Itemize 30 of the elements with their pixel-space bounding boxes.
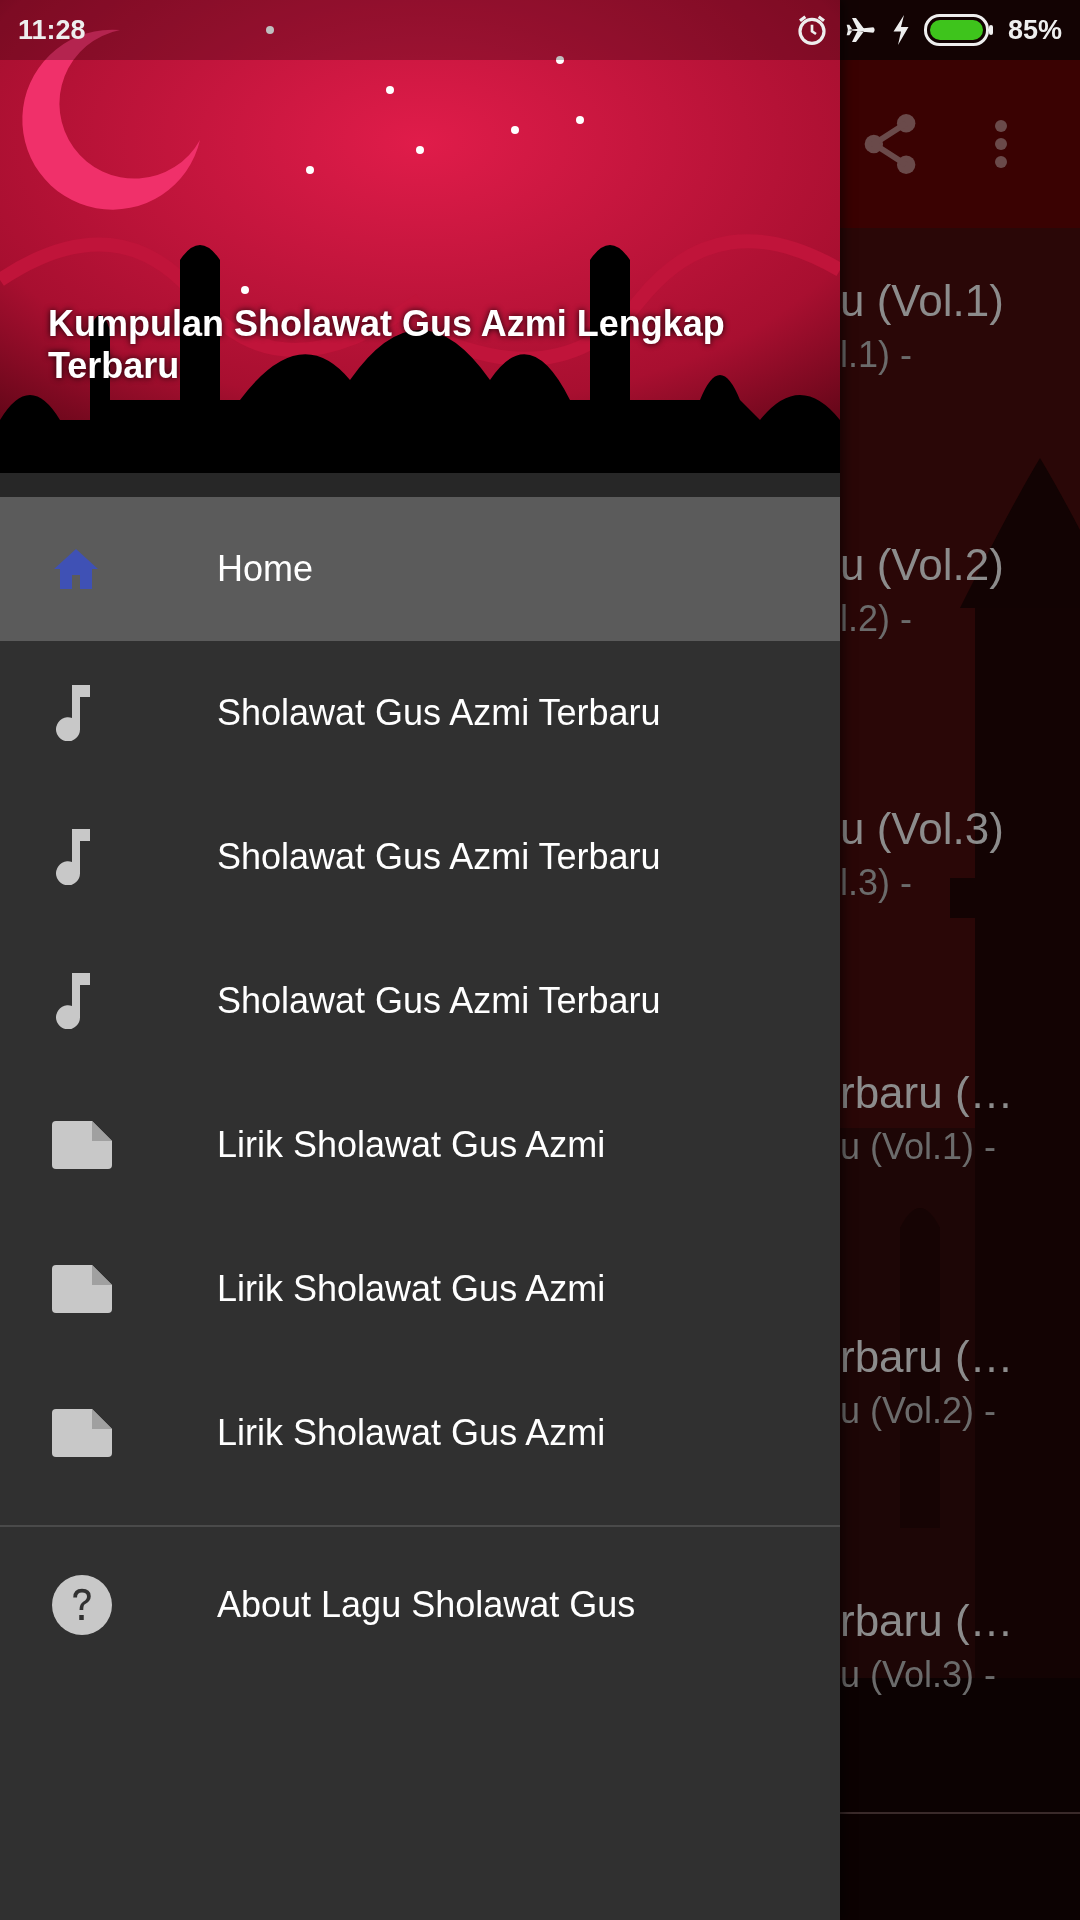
list-item-title: rbaru (… <box>840 1596 1015 1646</box>
more-options-icon[interactable] <box>994 119 1008 169</box>
drawer-item[interactable]: Sholawat Gus Azmi Terbaru <box>0 641 840 785</box>
document-icon <box>52 1121 112 1169</box>
list-item-subtitle: l.3) - <box>840 862 913 904</box>
list-item-title: u (Vol.1) <box>840 276 1005 326</box>
list-item-subtitle: u (Vol.2) - <box>840 1390 998 1432</box>
share-icon[interactable] <box>862 114 918 174</box>
list-item-title: rbaru (… <box>840 1068 1015 1118</box>
drawer-item[interactable]: Lirik Sholawat Gus Azmi <box>0 1217 840 1361</box>
list-item-subtitle: u (Vol.3) - <box>840 1654 998 1696</box>
list-item-title: rbaru (… <box>840 1332 1015 1382</box>
drawer-item[interactable]: Sholawat Gus Azmi Terbaru <box>0 929 840 1073</box>
battery-icon <box>923 14 994 46</box>
drawer-item[interactable]: Lirik Sholawat Gus Azmi <box>0 1073 840 1217</box>
drawer-item[interactable]: Sholawat Gus Azmi Terbaru <box>0 785 840 929</box>
drawer-item[interactable]: About Lagu Sholawat Gus <box>0 1533 840 1677</box>
list-item-title: u (Vol.2) <box>840 540 1005 590</box>
list-item-subtitle: l.1) - <box>840 334 913 376</box>
document-icon <box>52 1409 112 1457</box>
list-item-subtitle: l.2) - <box>840 598 913 640</box>
help-icon <box>52 1575 112 1635</box>
charging-bolt-icon <box>891 15 910 45</box>
battery-percentage: 85% <box>1007 14 1062 46</box>
drawer-item[interactable]: Lirik Sholawat Gus Azmi <box>0 1361 840 1505</box>
list-item-title: u (Vol.3) <box>840 804 1005 854</box>
drawer-item[interactable]: Home <box>0 497 840 641</box>
document-icon <box>52 1265 112 1313</box>
list-item-subtitle: u (Vol.1) - <box>840 1126 998 1168</box>
home-icon <box>52 547 100 591</box>
